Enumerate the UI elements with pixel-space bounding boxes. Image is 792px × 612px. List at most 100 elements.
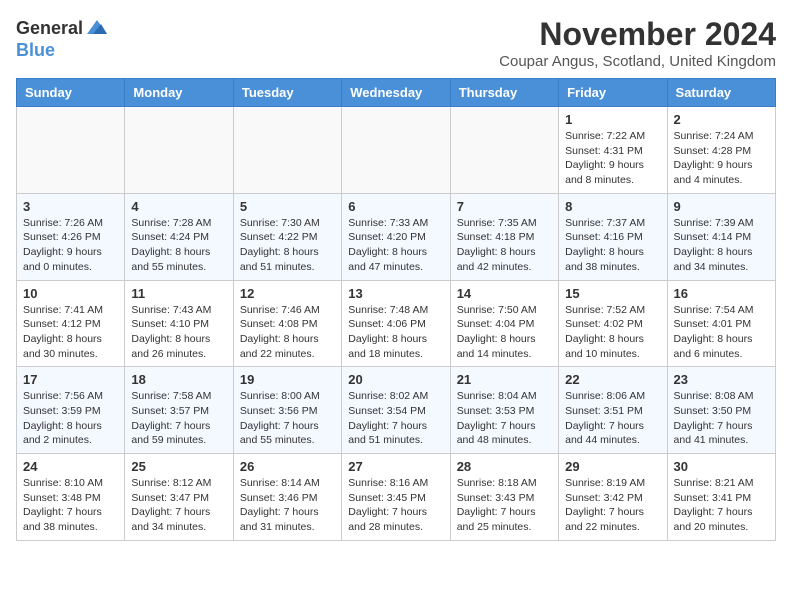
header-wednesday: Wednesday [342,79,450,107]
day-info: Sunrise: 7:46 AM Sunset: 4:08 PM Dayligh… [240,303,335,362]
table-row [450,107,558,194]
day-number: 28 [457,459,552,474]
day-number: 24 [23,459,118,474]
day-info: Sunrise: 8:00 AM Sunset: 3:56 PM Dayligh… [240,389,335,448]
day-info: Sunrise: 7:22 AM Sunset: 4:31 PM Dayligh… [565,129,660,188]
day-number: 8 [565,199,660,214]
table-row: 4Sunrise: 7:28 AM Sunset: 4:24 PM Daylig… [125,193,233,280]
day-info: Sunrise: 8:02 AM Sunset: 3:54 PM Dayligh… [348,389,443,448]
table-row: 24 Sunrise: 8:10 AM Sunset: 3:48 PM Dayli… [17,454,125,541]
day-info: Sunrise: 8:14 AM Sunset: 3:46 PM Dayligh… [240,476,335,535]
calendar-week-row: 1 Sunrise: 7:22 AM Sunset: 4:31 PM Daylig… [17,107,776,194]
day-info: Sunrise: 7:39 AM Sunset: 4:14 PM Dayligh… [674,216,769,275]
logo-general: General [16,18,83,39]
day-number: 2 [674,112,769,127]
day-number: 19 [240,372,335,387]
calendar-week-row: 3 Sunrise: 7:26 AM Sunset: 4:26 PM Daylig… [17,193,776,280]
table-row: 20 Sunrise: 8:02 AM Sunset: 3:54 PM Dayli… [342,367,450,454]
table-row: 19 Sunrise: 8:00 AM Sunset: 3:56 PM Dayli… [233,367,341,454]
calendar-week-row: 10 Sunrise: 7:41 AM Sunset: 4:12 PM Dayli… [17,280,776,367]
day-info: Sunrise: 8:12 AM Sunset: 3:47 PM Dayligh… [131,476,226,535]
table-row: 16Sunrise: 7:54 AM Sunset: 4:01 PM Dayli… [667,280,775,367]
month-title: November 2024 [499,16,776,53]
table-row: 29 Sunrise: 8:19 AM Sunset: 3:42 PM Dayli… [559,454,667,541]
table-row: 1 Sunrise: 7:22 AM Sunset: 4:31 PM Daylig… [559,107,667,194]
table-row: 5Sunrise: 7:30 AM Sunset: 4:22 PM Daylig… [233,193,341,280]
day-number: 12 [240,286,335,301]
day-info: Sunrise: 8:08 AM Sunset: 3:50 PM Dayligh… [674,389,769,448]
table-row: 3 Sunrise: 7:26 AM Sunset: 4:26 PM Daylig… [17,193,125,280]
day-number: 5 [240,199,335,214]
day-info: Sunrise: 7:54 AM Sunset: 4:01 PM Dayligh… [674,303,769,362]
day-number: 9 [674,199,769,214]
day-info: Sunrise: 8:19 AM Sunset: 3:42 PM Dayligh… [565,476,660,535]
day-info: Sunrise: 7:52 AM Sunset: 4:02 PM Dayligh… [565,303,660,362]
table-row: 13Sunrise: 7:48 AM Sunset: 4:06 PM Dayli… [342,280,450,367]
header-saturday: Saturday [667,79,775,107]
day-number: 21 [457,372,552,387]
table-row: 7 Sunrise: 7:35 AM Sunset: 4:18 PM Daylig… [450,193,558,280]
calendar: Sunday Monday Tuesday Wednesday Thursday… [16,78,776,541]
location: Coupar Angus, Scotland, United Kingdom [499,53,776,70]
day-number: 14 [457,286,552,301]
day-number: 10 [23,286,118,301]
header-friday: Friday [559,79,667,107]
table-row: 27Sunrise: 8:16 AM Sunset: 3:45 PM Dayli… [342,454,450,541]
logo: General Blue [16,16,109,61]
day-number: 1 [565,112,660,127]
day-number: 29 [565,459,660,474]
table-row: 2 Sunrise: 7:24 AM Sunset: 4:28 PM Daylig… [667,107,775,194]
table-row [342,107,450,194]
header-thursday: Thursday [450,79,558,107]
day-info: Sunrise: 7:35 AM Sunset: 4:18 PM Dayligh… [457,216,552,275]
table-row: 11Sunrise: 7:43 AM Sunset: 4:10 PM Dayli… [125,280,233,367]
day-number: 18 [131,372,226,387]
day-number: 20 [348,372,443,387]
table-row: 17 Sunrise: 7:56 AM Sunset: 3:59 PM Dayli… [17,367,125,454]
day-number: 7 [457,199,552,214]
calendar-header-row: Sunday Monday Tuesday Wednesday Thursday… [17,79,776,107]
table-row [233,107,341,194]
page-header: General Blue November 2024 Coupar Angus,… [16,16,776,70]
day-info: Sunrise: 7:37 AM Sunset: 4:16 PM Dayligh… [565,216,660,275]
day-info: Sunrise: 7:50 AM Sunset: 4:04 PM Dayligh… [457,303,552,362]
day-number: 11 [131,286,226,301]
day-info: Sunrise: 7:56 AM Sunset: 3:59 PM Dayligh… [23,389,118,448]
table-row [125,107,233,194]
day-info: Sunrise: 7:41 AM Sunset: 4:12 PM Dayligh… [23,303,118,362]
day-number: 15 [565,286,660,301]
table-row: 10 Sunrise: 7:41 AM Sunset: 4:12 PM Dayli… [17,280,125,367]
day-info: Sunrise: 7:24 AM Sunset: 4:28 PM Dayligh… [674,129,769,188]
table-row: 14 Sunrise: 7:50 AM Sunset: 4:04 PM Dayli… [450,280,558,367]
day-number: 17 [23,372,118,387]
table-row: 30 Sunrise: 8:21 AM Sunset: 3:41 PM Dayli… [667,454,775,541]
table-row: 28 Sunrise: 8:18 AM Sunset: 3:43 PM Dayli… [450,454,558,541]
table-row: 23Sunrise: 8:08 AM Sunset: 3:50 PM Dayli… [667,367,775,454]
table-row [17,107,125,194]
header-tuesday: Tuesday [233,79,341,107]
header-monday: Monday [125,79,233,107]
day-info: Sunrise: 7:33 AM Sunset: 4:20 PM Dayligh… [348,216,443,275]
day-number: 26 [240,459,335,474]
day-number: 25 [131,459,226,474]
table-row: 21Sunrise: 8:04 AM Sunset: 3:53 PM Dayli… [450,367,558,454]
day-info: Sunrise: 8:18 AM Sunset: 3:43 PM Dayligh… [457,476,552,535]
day-number: 3 [23,199,118,214]
table-row: 22Sunrise: 8:06 AM Sunset: 3:51 PM Dayli… [559,367,667,454]
logo-icon [85,16,109,40]
day-info: Sunrise: 8:16 AM Sunset: 3:45 PM Dayligh… [348,476,443,535]
table-row: 26 Sunrise: 8:14 AM Sunset: 3:46 PM Dayli… [233,454,341,541]
calendar-week-row: 17 Sunrise: 7:56 AM Sunset: 3:59 PM Dayli… [17,367,776,454]
header-sunday: Sunday [17,79,125,107]
table-row: 6 Sunrise: 7:33 AM Sunset: 4:20 PM Daylig… [342,193,450,280]
day-info: Sunrise: 7:26 AM Sunset: 4:26 PM Dayligh… [23,216,118,275]
day-number: 6 [348,199,443,214]
table-row: 18 Sunrise: 7:58 AM Sunset: 3:57 PM Dayli… [125,367,233,454]
day-info: Sunrise: 7:58 AM Sunset: 3:57 PM Dayligh… [131,389,226,448]
day-info: Sunrise: 7:48 AM Sunset: 4:06 PM Dayligh… [348,303,443,362]
title-block: November 2024 Coupar Angus, Scotland, Un… [499,16,776,70]
day-number: 30 [674,459,769,474]
logo-blue: Blue [16,40,55,61]
day-info: Sunrise: 8:21 AM Sunset: 3:41 PM Dayligh… [674,476,769,535]
day-info: Sunrise: 8:10 AM Sunset: 3:48 PM Dayligh… [23,476,118,535]
